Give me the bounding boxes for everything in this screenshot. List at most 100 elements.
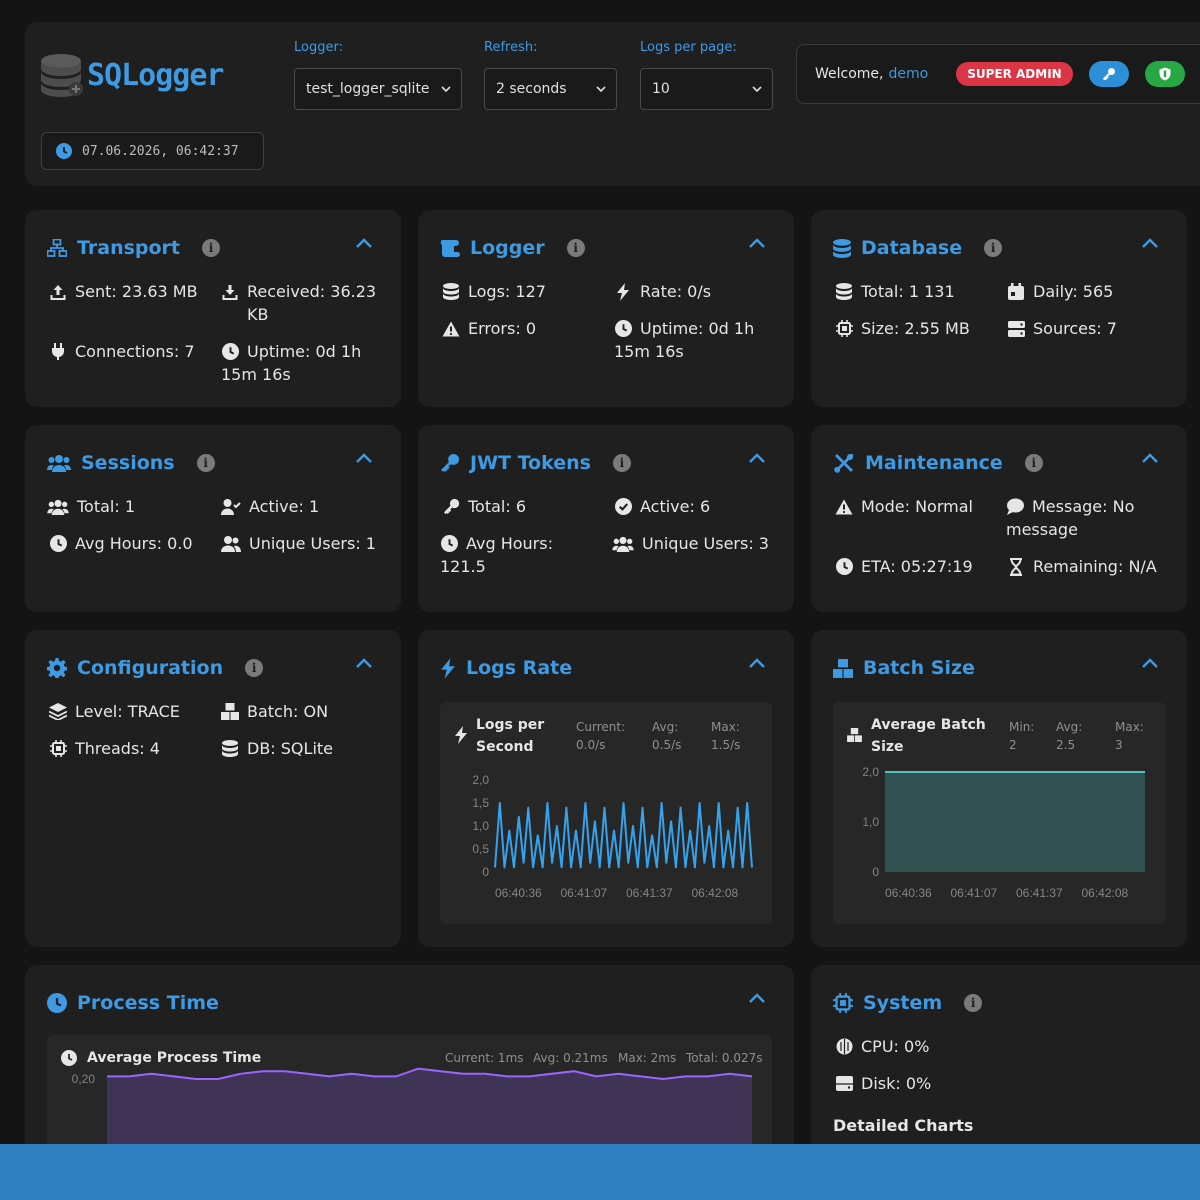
database-logo-icon: [41, 54, 83, 97]
batch-size-card: Batch Size Average Batch Size Min: 2 Avg:…: [811, 630, 1187, 947]
comment-icon: [1007, 498, 1024, 515]
db-size-value: Size: 2.55 MB: [861, 319, 970, 338]
tools-icon: [834, 454, 853, 473]
network-icon: [47, 239, 67, 257]
clock-icon: [56, 143, 72, 159]
datetime-display: 07.06.2026, 06:42:37: [41, 132, 264, 170]
collapse-chevron-icon[interactable]: [748, 658, 766, 669]
dashboard: { "app": {"title": "SQLogger", "datetime…: [0, 0, 1200, 1200]
hourglass-icon: [1010, 557, 1022, 576]
logs-rate-line-chart: 2,0 1,5 1,0 0,5 0 06:40:36 06:41:07 06:41:37 06:…: [472, 773, 753, 900]
key-button[interactable]: [1088, 61, 1129, 87]
sessions-unique-users-value: Unique Users: 1: [249, 534, 376, 553]
collapse-chevron-icon[interactable]: [1141, 658, 1159, 669]
sessions-total-value: Total: 1: [77, 497, 136, 516]
chevron-down-icon: [441, 85, 451, 92]
info-icon[interactable]: i: [202, 239, 221, 257]
info-icon[interactable]: i: [984, 239, 1003, 257]
refresh-select-value: 2 seconds: [496, 81, 567, 97]
info-icon[interactable]: i: [612, 454, 631, 472]
logger-label: Logger:: [294, 40, 343, 55]
transport-title: Transport: [77, 237, 181, 259]
maintenance-title: Maintenance: [865, 452, 1003, 474]
username-link[interactable]: demo: [889, 66, 929, 82]
database-icon: [443, 283, 459, 300]
bolt-icon: [441, 657, 455, 679]
per-page-label: Logs per page:: [640, 40, 737, 55]
collapse-chevron-icon[interactable]: [355, 658, 373, 669]
welcome-text: Welcome,: [815, 66, 884, 82]
shield-button[interactable]: [1144, 61, 1185, 87]
config-threads-value: Threads: 4: [75, 739, 160, 758]
collapse-chevron-icon[interactable]: [748, 993, 766, 1004]
header: SQLogger 07.06.2026, 06:42:37 Logger: te…: [25, 22, 1200, 186]
collapse-chevron-icon[interactable]: [1141, 238, 1159, 249]
logger-uptime-value: Uptime: 0d 1h 15m 16s: [614, 319, 755, 361]
collapse-chevron-icon[interactable]: [355, 238, 373, 249]
collapse-chevron-icon[interactable]: [748, 453, 766, 464]
y-tick-label: 1,5: [472, 796, 489, 810]
info-icon[interactable]: i: [196, 454, 215, 472]
per-page-select[interactable]: 10: [640, 68, 773, 110]
maintenance-mode-value: Mode: Normal: [861, 497, 973, 516]
clock-icon: [835, 558, 853, 575]
warning-icon: [442, 321, 460, 336]
configuration-card: Configuration i Level: TRACE Batch: ON T…: [25, 630, 401, 947]
upload-icon: [50, 284, 66, 300]
sent-value: Sent: 23.63 MB: [75, 282, 198, 301]
per-page-control: Logs per page: 10: [640, 40, 773, 110]
y-tick-label: 1,0: [472, 819, 489, 833]
clock-icon: [221, 343, 239, 360]
chevron-down-icon: [752, 85, 762, 92]
refresh-select[interactable]: 2 seconds: [484, 68, 617, 110]
chip-icon: [835, 320, 853, 337]
key-icon: [1102, 68, 1115, 81]
user-panel: Welcome, demo SUPER ADMIN: [796, 44, 1200, 104]
collapse-chevron-icon[interactable]: [748, 238, 766, 249]
warning-icon: [835, 499, 853, 514]
scroll-icon: [440, 239, 460, 257]
logger-select-value: test_logger_sqlite: [306, 81, 430, 97]
jwt-active-value: Active: 6: [640, 497, 711, 516]
layers-icon: [49, 703, 67, 720]
database-icon: [836, 283, 852, 300]
x-tick-label: 06:41:37: [1016, 886, 1063, 900]
bottom-bar: [0, 1144, 1200, 1200]
sessions-title: Sessions: [81, 452, 175, 474]
x-tick-label: 06:42:08: [1082, 886, 1129, 900]
jwt-title: JWT Tokens: [470, 452, 591, 474]
info-icon[interactable]: i: [245, 659, 264, 677]
info-icon[interactable]: i: [1024, 454, 1043, 472]
y-tick-label: 0,20: [72, 1072, 96, 1086]
logs-rate-title: Logs Rate: [466, 657, 573, 679]
datetime-text: 07.06.2026, 06:42:37: [82, 143, 239, 159]
rate-value: Rate: 0/s: [640, 282, 712, 301]
server-icon: [1007, 320, 1025, 337]
collapse-chevron-icon[interactable]: [355, 453, 373, 464]
detailed-charts-heading: Detailed Charts: [833, 1116, 974, 1135]
database-icon: [222, 740, 238, 757]
y-tick-label: 2,0: [472, 773, 489, 787]
collapse-chevron-icon[interactable]: [1141, 453, 1159, 464]
x-tick-label: 06:41:37: [626, 886, 673, 900]
clock-icon: [614, 320, 632, 337]
y-tick-label: 0,5: [472, 842, 489, 856]
cpu-value: CPU: 0%: [861, 1037, 930, 1056]
logs-rate-card: Logs Rate Logs per Second Current: 0.0/s …: [418, 630, 794, 947]
chip-icon: [833, 993, 853, 1013]
chevron-down-icon: [596, 85, 606, 92]
db-total-value: Total: 1 131: [861, 282, 955, 301]
batch-size-chart-panel: Average Batch Size Min: 2 Avg: 2.5 Max: 3 2…: [833, 702, 1165, 924]
config-db-value: DB: SQLite: [247, 739, 333, 758]
download-icon: [222, 284, 238, 300]
check-circle-icon: [614, 498, 632, 515]
info-icon[interactable]: i: [964, 994, 983, 1012]
series-line: [494, 802, 753, 869]
logger-select[interactable]: test_logger_sqlite: [294, 68, 462, 110]
boxes-icon: [833, 658, 853, 678]
hard-drive-icon: [835, 1076, 853, 1091]
info-icon[interactable]: i: [566, 239, 585, 257]
users-icon: [47, 455, 71, 472]
configuration-title: Configuration: [77, 657, 224, 679]
process-time-title: Process Time: [77, 992, 219, 1014]
